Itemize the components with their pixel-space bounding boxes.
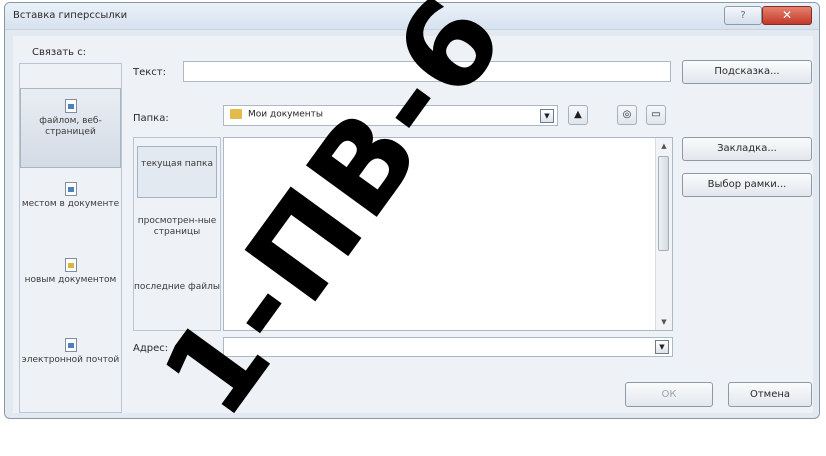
help-button[interactable]: ? (724, 6, 762, 25)
link-to-label: Связать с: (32, 47, 87, 58)
hyperlink-dialog: Вставка гиперссылки ? ✕ Связать с: файло… (4, 2, 820, 419)
cancel-button[interactable]: Отмена (728, 382, 812, 407)
text-input[interactable] (183, 61, 671, 82)
scroll-up-arrow[interactable]: ▲ (656, 138, 672, 154)
link-to-new-document-label: новым документом (24, 275, 117, 285)
file-list-scrollbar[interactable]: ▲ ▼ (655, 138, 672, 330)
folder-value: Мои документы (248, 109, 324, 120)
close-button[interactable]: ✕ (762, 6, 812, 25)
address-label: Адрес: (133, 343, 169, 354)
text-label: Текст: (133, 67, 166, 78)
target-frame-button[interactable]: Выбор рамки... (682, 173, 812, 197)
file-list[interactable]: ▲ ▼ (223, 137, 673, 331)
nav-recent-files[interactable]: последние файлы (134, 278, 220, 322)
browse-web-icon: ◎ (622, 109, 632, 120)
hint-button[interactable]: Подсказка... (682, 60, 812, 84)
folder-combo[interactable]: Мои документы ▼ (223, 105, 558, 126)
up-folder-icon: ▲ (574, 109, 582, 120)
link-to-bar: файлом, веб-страницей местом в документе… (19, 63, 122, 413)
scroll-down-arrow[interactable]: ▼ (656, 314, 672, 330)
folder-icon (230, 109, 242, 119)
title-bar: Вставка гиперссылки ? ✕ (5, 3, 819, 30)
link-to-new-document[interactable]: новым документом (20, 252, 121, 318)
dialog-title: Вставка гиперссылки (13, 10, 128, 21)
open-folder-icon: ▭ (651, 109, 661, 120)
bookmark-button[interactable]: Закладка... (682, 137, 812, 161)
place-in-document-icon (64, 182, 77, 196)
email-icon (64, 338, 77, 352)
link-to-file-web-page[interactable]: файлом, веб-страницей (20, 88, 121, 168)
browse-web-button[interactable]: ◎ (617, 105, 637, 125)
link-to-email-label: электронной почтой (21, 355, 120, 365)
ok-button[interactable]: ОК (625, 382, 713, 407)
nav-browsed-pages[interactable]: просмотрен-ные страницы (134, 214, 220, 260)
browse-nav: текущая папка просмотрен-ные страницы по… (133, 137, 221, 331)
web-page-icon (64, 99, 77, 113)
address-combo[interactable]: ▼ (223, 337, 673, 357)
folder-dropdown-arrow[interactable]: ▼ (540, 109, 554, 123)
address-dropdown-arrow[interactable]: ▼ (655, 340, 669, 354)
scroll-thumb[interactable] (658, 156, 669, 251)
browse-file-button[interactable]: ▭ (646, 105, 666, 125)
nav-current-folder[interactable]: текущая папка (137, 146, 217, 198)
link-to-email[interactable]: электронной почтой (20, 332, 121, 398)
folder-label: Папка: (133, 113, 169, 124)
link-to-file-web-page-label: файлом, веб-страницей (39, 116, 102, 137)
link-to-place-in-document-label: местом в документе (21, 199, 120, 209)
link-to-place-in-document[interactable]: местом в документе (20, 176, 121, 242)
up-folder-button[interactable]: ▲ (568, 105, 588, 125)
new-document-icon (64, 258, 77, 272)
